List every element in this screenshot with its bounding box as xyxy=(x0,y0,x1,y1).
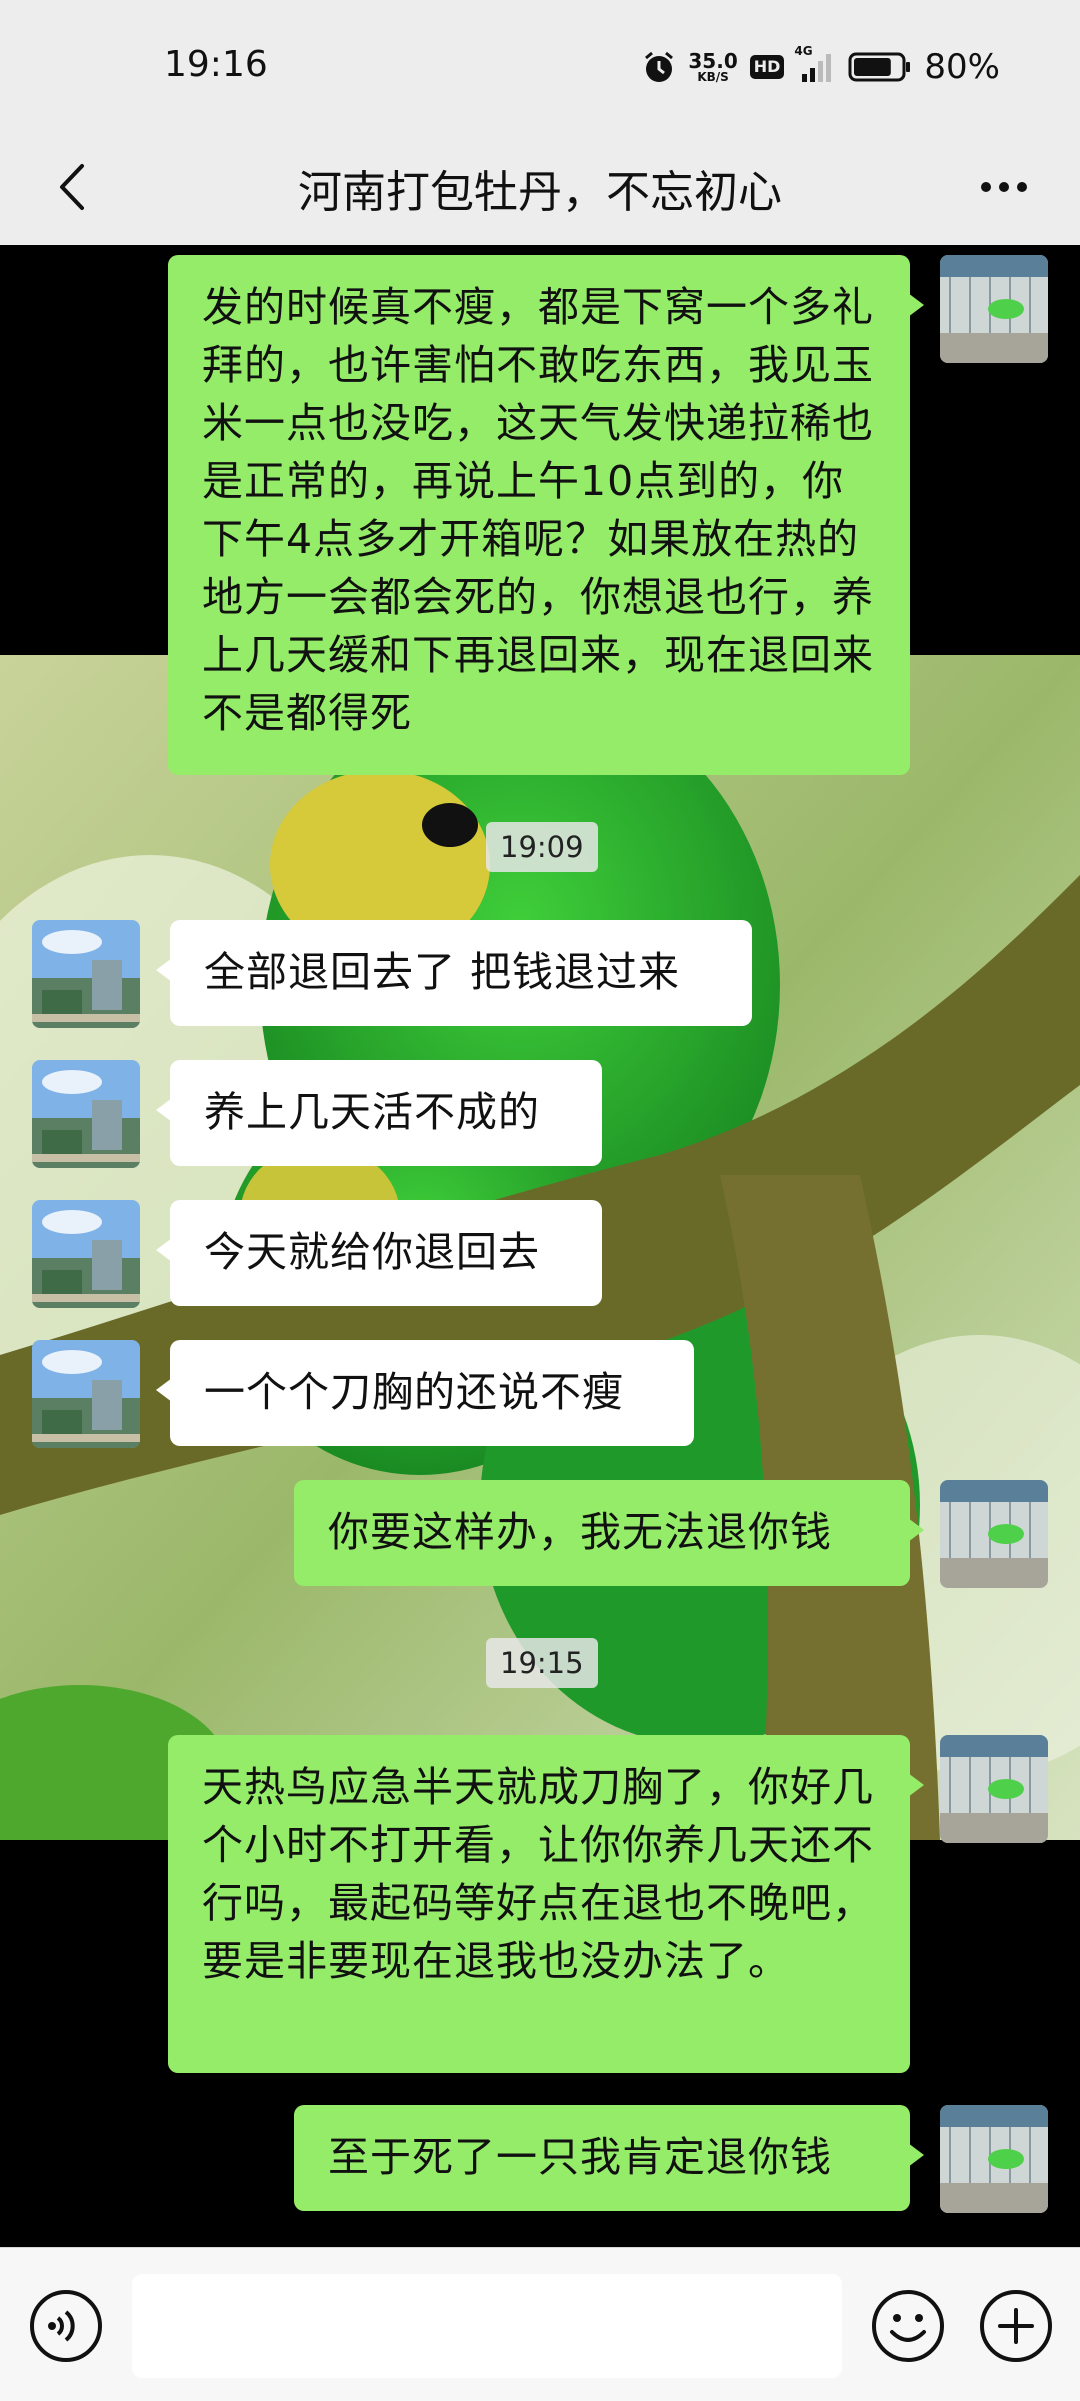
battery-percent: 80% xyxy=(924,47,1000,87)
incoming-message-bubble[interactable]: 养上几天活不成的 xyxy=(156,1060,602,1166)
outgoing-message-bubble[interactable]: 至于死了一只我肯定退你钱 xyxy=(294,2105,924,2211)
outgoing-message-bubble[interactable]: 天热鸟应急半天就成刀胸了，你好几个小时不打开看，让你你养几天还不行吗，最起码等好… xyxy=(168,1735,924,2073)
signal-icon: 4G xyxy=(794,44,836,84)
contact-avatar[interactable] xyxy=(32,1060,140,1168)
alarm-icon xyxy=(642,50,676,84)
emoji-icon xyxy=(872,2290,944,2362)
status-bar: 19:16 35.0 KB/S HD 4G 80% xyxy=(0,0,1080,130)
my-avatar[interactable] xyxy=(940,255,1048,363)
net-speed-value: 35.0 xyxy=(688,49,738,73)
hd-badge: HD xyxy=(749,55,785,79)
voice-icon xyxy=(30,2290,102,2362)
incoming-message-bubble[interactable]: 今天就给你退回去 xyxy=(156,1200,602,1306)
more-button[interactable] xyxy=(964,152,1044,222)
voice-button[interactable] xyxy=(28,2288,104,2364)
status-time: 19:16 xyxy=(164,44,268,85)
incoming-message-bubble[interactable]: 一个个刀胸的还说不瘦 xyxy=(156,1340,694,1446)
timestamp: 19:09 xyxy=(486,822,598,872)
net-speed: 35.0 KB/S xyxy=(688,51,737,83)
more-dots-icon xyxy=(981,182,1027,192)
plus-button[interactable] xyxy=(978,2288,1054,2364)
input-bar xyxy=(0,2247,1080,2401)
my-avatar[interactable] xyxy=(940,1480,1048,1588)
contact-avatar[interactable] xyxy=(32,1340,140,1448)
status-icons: 35.0 KB/S HD 4G 80% xyxy=(642,44,1000,90)
chat-header: 河南打包牡丹，不忘初心 xyxy=(0,130,1080,245)
network-type: 4G xyxy=(794,44,813,58)
chat-title: 河南打包牡丹，不忘初心 xyxy=(298,167,782,218)
plus-icon xyxy=(980,2290,1052,2362)
outgoing-message-bubble[interactable]: 你要这样办，我无法退你钱 xyxy=(294,1480,924,1586)
contact-avatar[interactable] xyxy=(32,920,140,1028)
message-input[interactable] xyxy=(132,2274,842,2378)
emoji-button[interactable] xyxy=(870,2288,946,2364)
outgoing-message-bubble[interactable]: 发的时候真不瘦，都是下窝一个多礼拜的，也许害怕不敢吃东西，我见玉米一点也没吃，这… xyxy=(168,255,924,775)
chat-area[interactable]: 发的时候真不瘦，都是下窝一个多礼拜的，也许害怕不敢吃东西，我见玉米一点也没吃，这… xyxy=(0,245,1080,2247)
timestamp: 19:15 xyxy=(486,1638,598,1688)
my-avatar[interactable] xyxy=(940,1735,1048,1843)
battery-icon xyxy=(848,51,912,83)
contact-avatar[interactable] xyxy=(32,1200,140,1308)
incoming-message-bubble[interactable]: 全部退回去了 把钱退过来 xyxy=(156,920,752,1026)
my-avatar[interactable] xyxy=(940,2105,1048,2213)
